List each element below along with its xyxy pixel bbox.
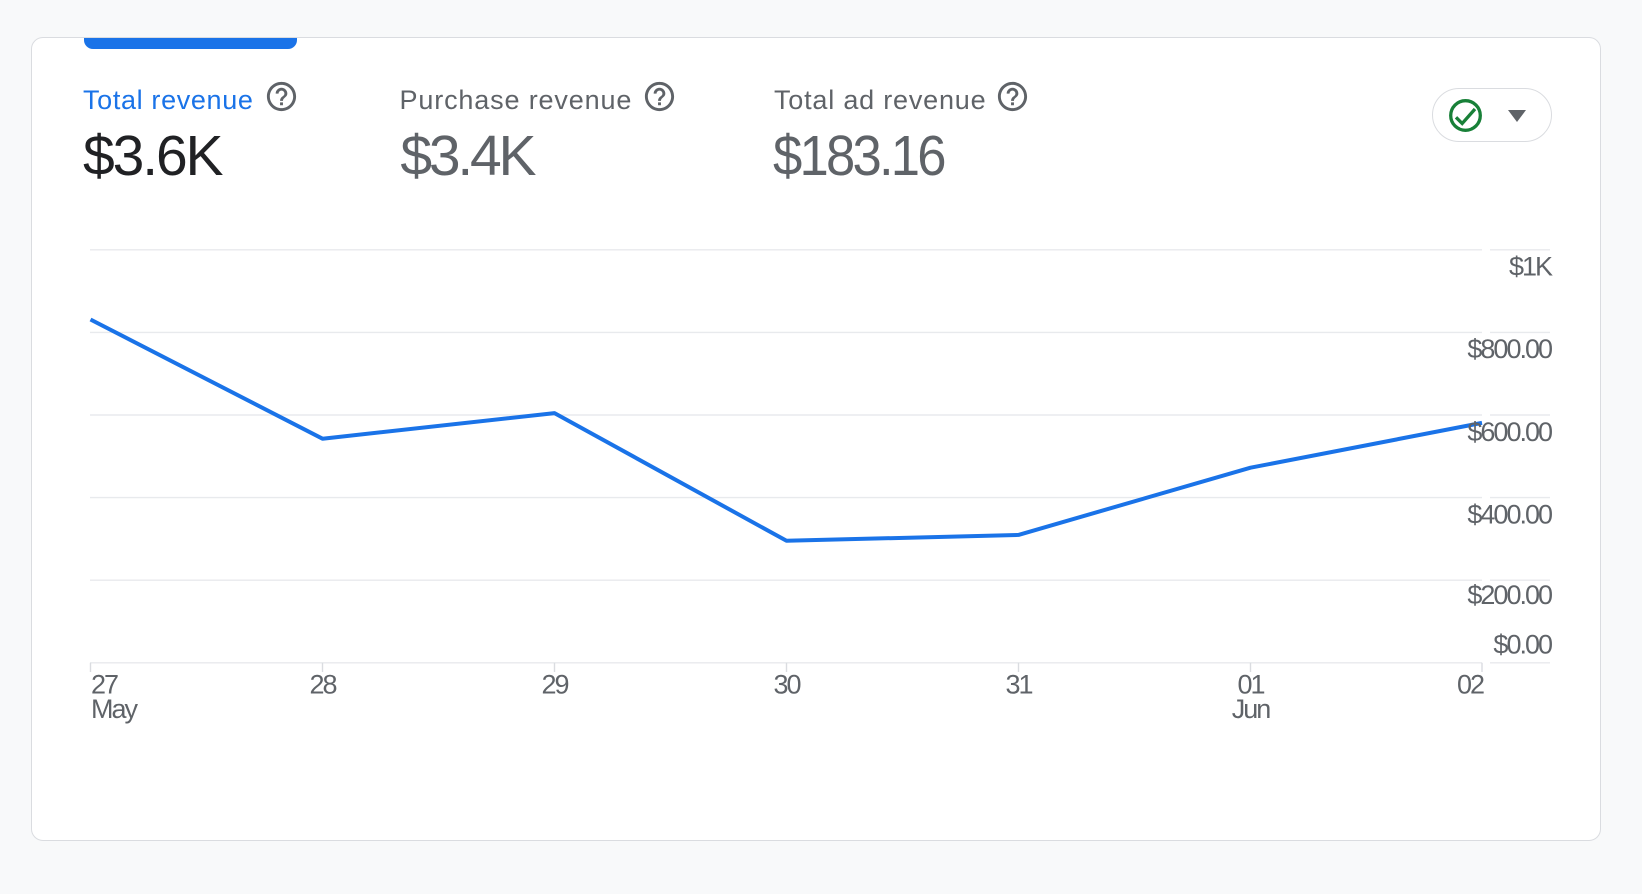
- svg-text:$400.00: $400.00: [1467, 499, 1552, 529]
- svg-text:May: May: [91, 694, 139, 724]
- svg-text:$0.00: $0.00: [1493, 629, 1552, 659]
- svg-text:29: 29: [541, 670, 568, 700]
- svg-text:$1K: $1K: [1509, 252, 1553, 282]
- svg-text:31: 31: [1005, 670, 1032, 700]
- svg-text:Jun: Jun: [1232, 694, 1271, 724]
- svg-text:$200.00: $200.00: [1467, 580, 1552, 610]
- svg-text:$800.00: $800.00: [1467, 334, 1552, 364]
- svg-text:$600.00: $600.00: [1467, 417, 1552, 447]
- svg-text:28: 28: [309, 670, 336, 700]
- svg-text:30: 30: [773, 670, 800, 700]
- svg-text:02: 02: [1457, 670, 1484, 700]
